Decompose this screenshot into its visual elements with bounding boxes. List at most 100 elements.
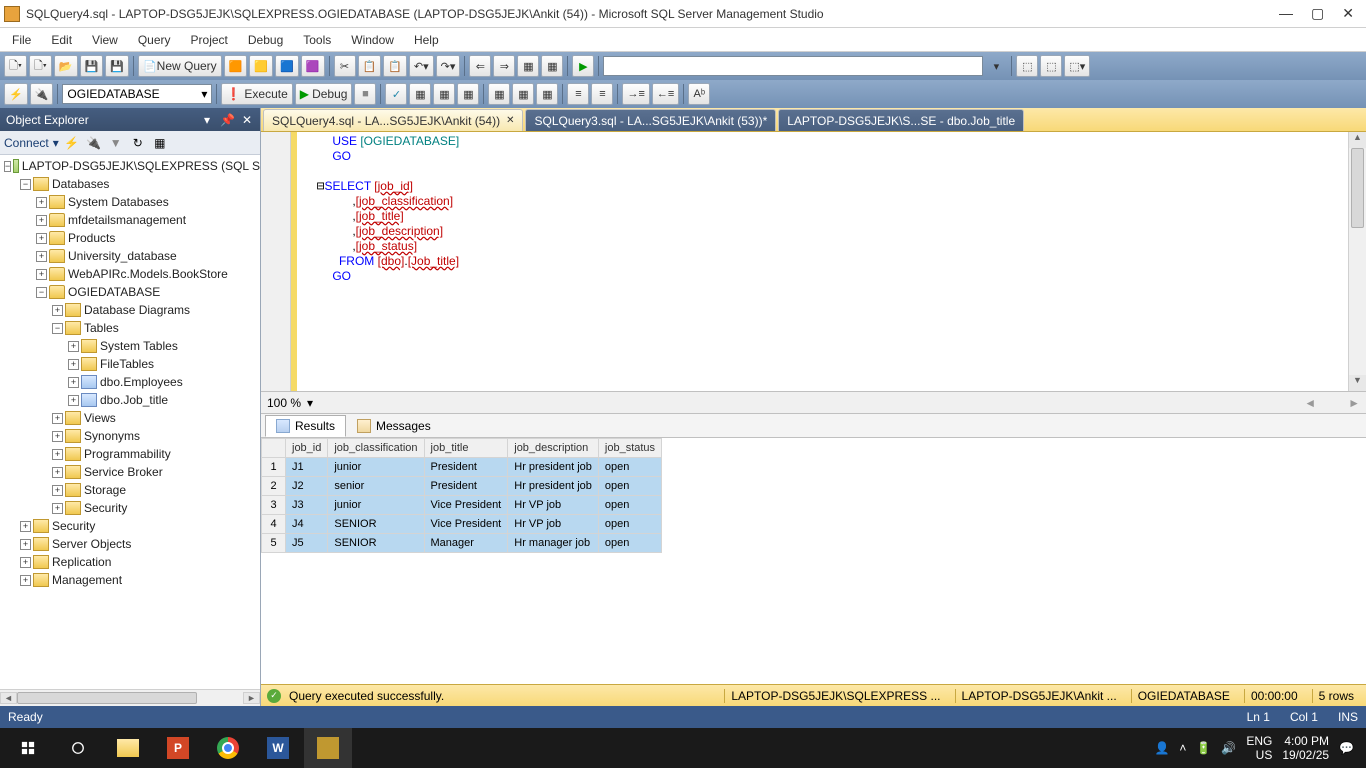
menu-view[interactable]: View [84, 31, 126, 49]
messages-tab[interactable]: Messages [346, 415, 442, 437]
battery-icon[interactable]: 🔋 [1196, 741, 1211, 755]
tree-db-0[interactable]: +mfdetailsmanagement [0, 211, 260, 229]
redo-button[interactable]: ↷▾ [436, 55, 461, 77]
tree-root-3[interactable]: +Management [0, 571, 260, 589]
tree-views[interactable]: +Views [0, 409, 260, 427]
results-file-icon[interactable]: ▦ [536, 83, 558, 105]
connect-icon[interactable]: ⚡ [4, 83, 28, 105]
tray-lang[interactable]: ENGUS [1246, 734, 1272, 763]
system-tray[interactable]: 👤 ˄ 🔋 🔊 ENGUS 4:00 PM19/02/25 💬 [1146, 734, 1362, 763]
task-word[interactable]: W [254, 728, 302, 768]
maximize-button[interactable]: ▢ [1311, 5, 1324, 22]
stop-button[interactable]: ■ [354, 83, 376, 105]
save-button[interactable]: 💾 [80, 55, 104, 77]
oe-hscrollbar[interactable]: ◄► [0, 689, 260, 706]
tb-icon-1[interactable]: 🟧 [224, 55, 248, 77]
tb-icon-9[interactable]: ⬚▾ [1064, 55, 1090, 77]
nav-fwd-button[interactable]: ⇒ [493, 55, 515, 77]
results-grid-icon[interactable]: ▦ [488, 83, 510, 105]
close-button[interactable]: ✕ [1342, 5, 1354, 22]
undo-button[interactable]: ↶▾ [409, 55, 434, 77]
tray-chevron-icon[interactable]: ˄ [1179, 741, 1186, 755]
tb-icon-4[interactable]: 🟪 [301, 55, 325, 77]
find-combo[interactable] [603, 56, 983, 76]
tree-server[interactable]: −LAPTOP-DSG5JEJK\SQLEXPRESS (SQL S [0, 157, 260, 175]
results-text-icon[interactable]: ▦ [512, 83, 534, 105]
sql-editor[interactable]: USE [OGIEDATABASE] GO ⊟SELECT [job_id] ,… [297, 132, 1348, 391]
tree-storage[interactable]: +Storage [0, 481, 260, 499]
tree-db-1[interactable]: +Products [0, 229, 260, 247]
menu-tools[interactable]: Tools [295, 31, 339, 49]
indent-button[interactable]: →≡ [622, 83, 649, 105]
menu-project[interactable]: Project [183, 31, 236, 49]
debug-button[interactable]: ▶ Debug [295, 83, 353, 105]
oe-pin-icon[interactable]: 📌 [220, 113, 234, 127]
results-grid[interactable]: job_idjob_classificationjob_titlejob_des… [261, 438, 1366, 684]
copy-button[interactable]: 📋 [358, 55, 382, 77]
oe-refresh-icon[interactable]: ↻ [129, 134, 147, 152]
tree-security-db[interactable]: +Security [0, 499, 260, 517]
tree-databases[interactable]: −Databases [0, 175, 260, 193]
tree-root-0[interactable]: +Security [0, 517, 260, 535]
nav-back-button[interactable]: ⇐ [469, 55, 491, 77]
task-explorer[interactable] [104, 728, 152, 768]
parse-button[interactable]: ✓ [385, 83, 407, 105]
tree-programmability[interactable]: +Programmability [0, 445, 260, 463]
people-icon[interactable]: 👤 [1154, 741, 1169, 755]
tree-db-ogie[interactable]: −OGIEDATABASE [0, 283, 260, 301]
tree-db-3[interactable]: +WebAPIRc.Models.BookStore [0, 265, 260, 283]
paste-button[interactable]: 📋 [383, 55, 407, 77]
results-tab[interactable]: Results [265, 415, 346, 437]
editor-vscrollbar[interactable]: ▲ ▼ [1348, 132, 1366, 391]
tree-system-databases[interactable]: +System Databases [0, 193, 260, 211]
oe-conn-icon-1[interactable]: ⚡ [63, 134, 81, 152]
tree-db-2[interactable]: +University_database [0, 247, 260, 265]
database-selector[interactable]: OGIEDATABASE▾ [62, 84, 212, 104]
add-button[interactable]: 🗋▾ [29, 55, 52, 77]
uncomment-button[interactable]: ≡ [591, 83, 613, 105]
tb-icon-8[interactable]: ⬚ [1040, 55, 1062, 77]
task-chrome[interactable] [204, 728, 252, 768]
find-dropdown[interactable]: ▾ [985, 55, 1007, 77]
menu-window[interactable]: Window [343, 31, 402, 49]
notifications-icon[interactable]: 💬 [1339, 741, 1354, 755]
tb2-icon-4[interactable]: Aᵇ [688, 83, 710, 105]
tb-icon-3[interactable]: 🟦 [275, 55, 299, 77]
tab-sqlquery4[interactable]: SQLQuery4.sql - LA...SG5JEJK\Ankit (54))… [263, 109, 523, 131]
object-explorer-tree[interactable]: −LAPTOP-DSG5JEJK\SQLEXPRESS (SQL S−Datab… [0, 155, 260, 689]
volume-icon[interactable]: 🔊 [1221, 741, 1236, 755]
oe-dropdown-icon[interactable]: ▾ [200, 113, 214, 127]
connect-label[interactable]: Connect [4, 136, 49, 150]
new-query-button[interactable]: 📄 New Query [138, 55, 222, 77]
tree-root-2[interactable]: +Replication [0, 553, 260, 571]
oe-stop-icon[interactable]: ▦ [151, 134, 169, 152]
tb-icon-2[interactable]: 🟨 [249, 55, 273, 77]
oe-conn-icon-2[interactable]: 🔌 [85, 134, 103, 152]
tb-icon-6[interactable]: ▦ [541, 55, 563, 77]
hscroll-left-icon[interactable]: ◄ [1304, 396, 1316, 410]
outdent-button[interactable]: ←≡ [652, 83, 679, 105]
tree-table-employees[interactable]: +dbo.Employees [0, 373, 260, 391]
tb2-icon-2[interactable]: ▦ [433, 83, 455, 105]
tab-close-icon[interactable]: ✕ [506, 115, 514, 126]
task-powerpoint[interactable]: P [154, 728, 202, 768]
tree-diagrams[interactable]: +Database Diagrams [0, 301, 260, 319]
oe-close-icon[interactable]: ✕ [240, 113, 254, 127]
tree-systables[interactable]: +System Tables [0, 337, 260, 355]
tree-table-jobtitle[interactable]: +dbo.Job_title [0, 391, 260, 409]
menu-file[interactable]: File [4, 31, 39, 49]
execute-button[interactable]: ❗ Execute [221, 83, 292, 105]
menu-debug[interactable]: Debug [240, 31, 291, 49]
start-button[interactable]: ▶ [572, 55, 594, 77]
cut-button[interactable]: ✂ [334, 55, 356, 77]
task-ssms[interactable] [304, 728, 352, 768]
menu-query[interactable]: Query [130, 31, 179, 49]
tray-clock[interactable]: 4:00 PM19/02/25 [1282, 734, 1329, 763]
tb2-icon-1[interactable]: ▦ [409, 83, 431, 105]
tab-sqlquery3[interactable]: SQLQuery3.sql - LA...SG5JEJK\Ankit (53))… [525, 109, 776, 131]
tree-root-1[interactable]: +Server Objects [0, 535, 260, 553]
save-all-button[interactable]: 💾 [105, 55, 129, 77]
tree-filetables[interactable]: +FileTables [0, 355, 260, 373]
new-project-button[interactable]: 🗋▾ [4, 55, 27, 77]
open-button[interactable]: 📂 [54, 55, 78, 77]
